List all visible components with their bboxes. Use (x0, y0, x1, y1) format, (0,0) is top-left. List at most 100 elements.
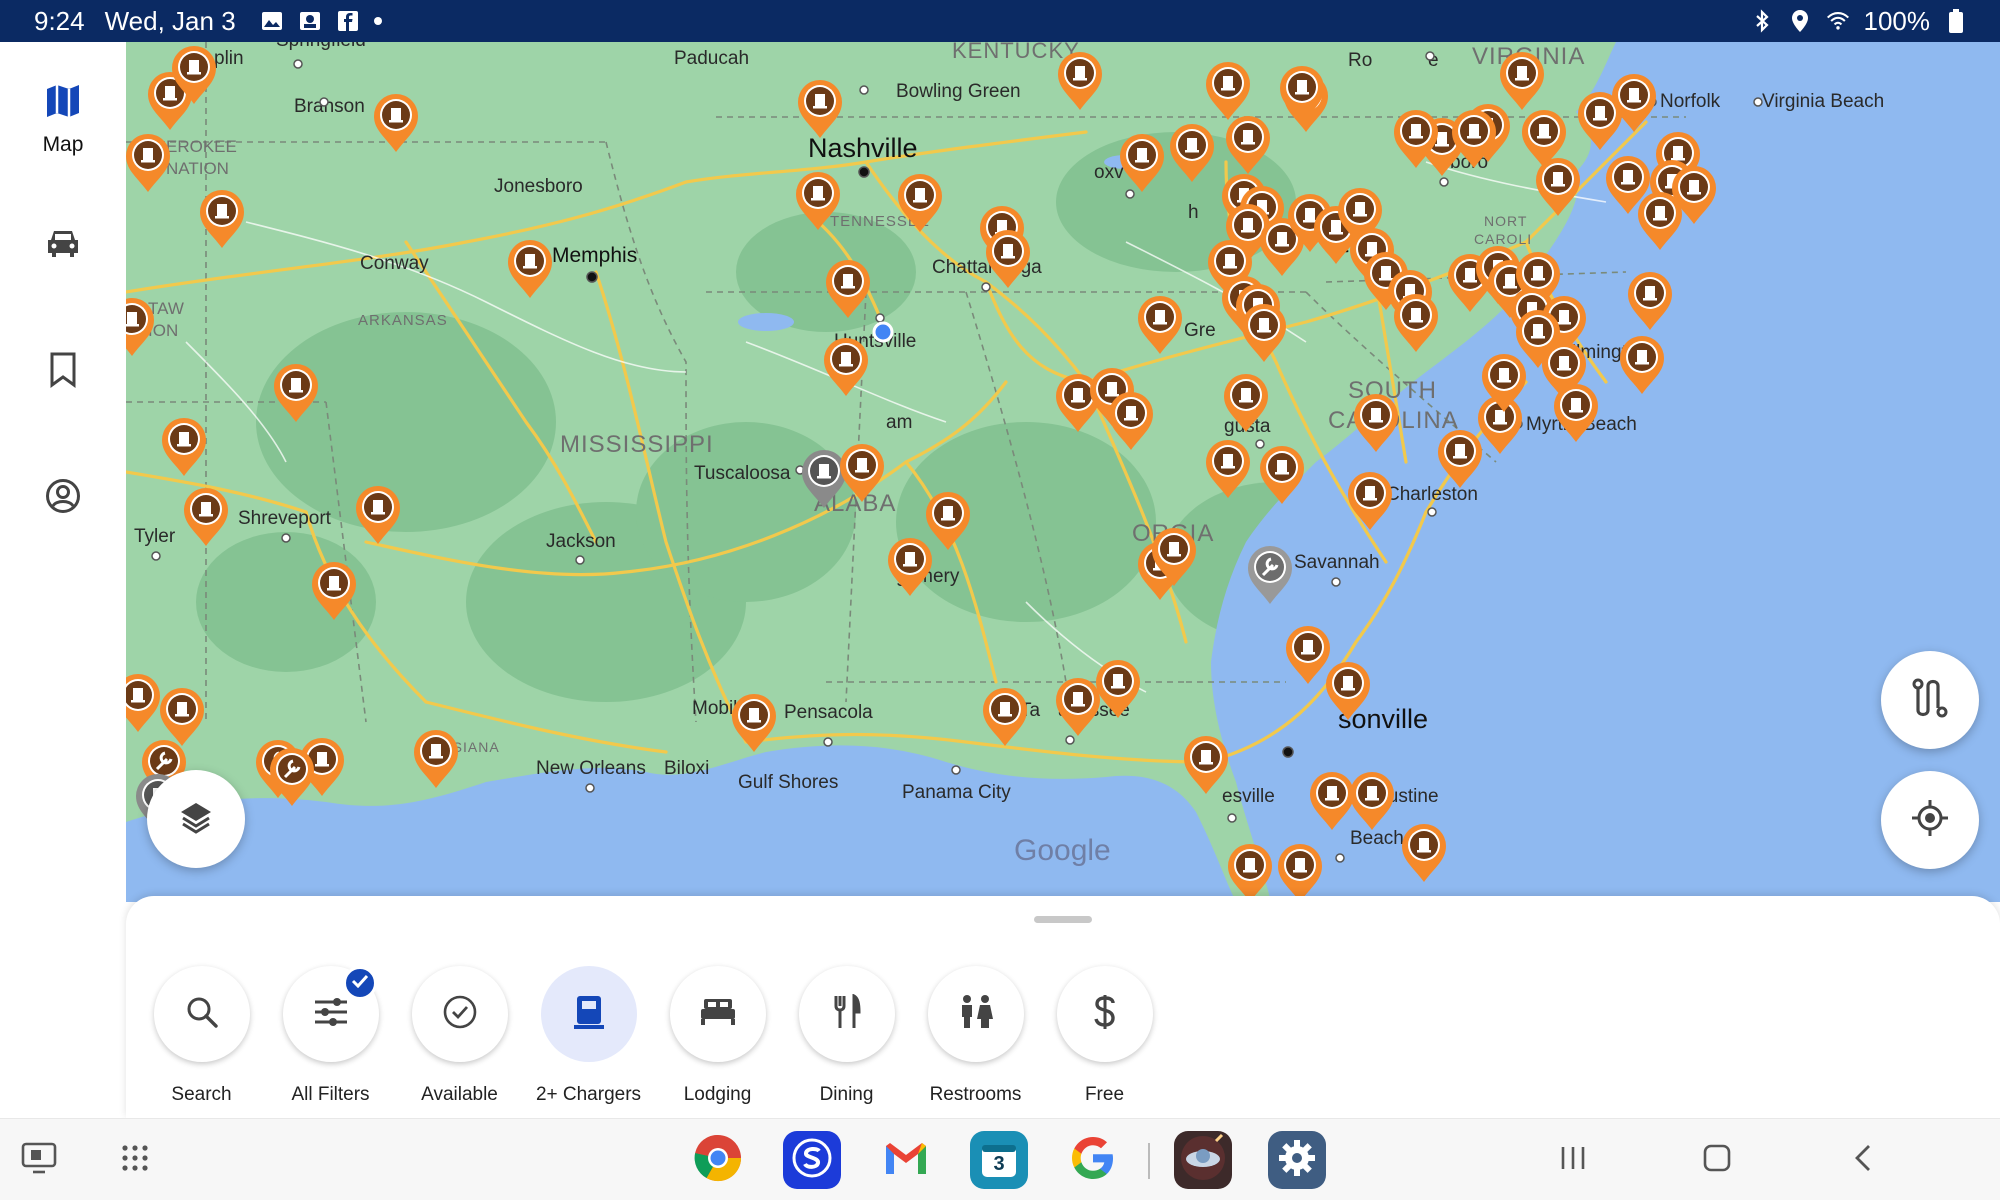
filter-label: Search (171, 1084, 232, 1105)
tune-icon (313, 995, 349, 1034)
gmail-icon (883, 1140, 929, 1181)
taskbar: 3 (0, 1118, 2000, 1200)
status-time: 9:24 (34, 5, 85, 36)
map-label-biloxi: Biloxi (664, 758, 709, 779)
filter-lodging[interactable]: Lodging (668, 966, 767, 1106)
apps-grid-icon (121, 1144, 149, 1177)
check-icon (351, 974, 369, 993)
filter-label: All Filters (291, 1084, 370, 1105)
google-app[interactable] (1064, 1131, 1122, 1189)
route-planner-button[interactable] (1881, 651, 1979, 749)
map-label-savannah: Savannah (1294, 552, 1380, 573)
facebook-icon (336, 9, 360, 33)
google-icon (1069, 1134, 1117, 1187)
sheet-drag-handle[interactable] (1034, 916, 1092, 923)
filter-all-filters[interactable]: All Filters (281, 966, 380, 1106)
map-label-charleston: Charleston (1386, 484, 1478, 505)
filter-free[interactable]: Free (1055, 966, 1154, 1106)
layers-icon (178, 799, 214, 840)
map-view[interactable]: KENTUCKY VIRGINIA TENNESSEE ARKANSAS MIS… (126, 42, 2000, 902)
nav-item-vehicle[interactable] (0, 228, 126, 263)
samsung-pay-app[interactable] (783, 1131, 841, 1189)
map-label-springfield: Springfield (276, 42, 366, 51)
filter-dining[interactable]: Dining (797, 966, 896, 1106)
app-drawer-button[interactable] (112, 1137, 158, 1183)
nav-item-account[interactable] (0, 478, 126, 519)
filter-two-plus-chargers-button[interactable] (540, 966, 637, 1062)
my-location-button[interactable] (1881, 771, 1979, 869)
layers-button[interactable] (147, 770, 245, 868)
gmail-app[interactable] (877, 1131, 935, 1189)
map-label-nation: NATION (166, 159, 229, 178)
filter-two-plus-chargers[interactable]: 2+ Chargers (535, 966, 642, 1106)
account-icon (45, 478, 81, 519)
bookmark-icon (49, 352, 77, 393)
map-label-bowling-green: Bowling Green (896, 81, 1021, 102)
map-label-pensacola: Pensacola (784, 702, 873, 723)
bed-icon (699, 997, 737, 1032)
filter-chip-row: Search All Filters Available 2+ Chargers… (152, 966, 1154, 1106)
filter-sheet: Search All Filters Available 2+ Chargers… (126, 896, 2000, 1118)
map-icon (45, 84, 81, 123)
map-label-kentucky: KENTUCKY (952, 42, 1080, 63)
filter-all-filters-button[interactable] (282, 966, 379, 1062)
recents-nav-button[interactable] (1550, 1137, 1596, 1183)
chrome-app[interactable] (689, 1131, 747, 1189)
map-label-daytona-beach: Beach (1350, 828, 1404, 849)
home-nav-button[interactable] (1694, 1137, 1740, 1183)
map-label-cherokee: EROKEE (166, 137, 237, 156)
game-icon (1178, 1133, 1228, 1188)
wifi-icon (1826, 9, 1850, 33)
nav-item-map[interactable]: Map (0, 84, 126, 157)
filter-dining-button[interactable] (798, 966, 895, 1062)
filter-search[interactable]: Search (152, 966, 251, 1106)
map-label-gainesville: esville (1222, 786, 1275, 807)
active-filter-badge (342, 966, 377, 1000)
map-label-carolina-nc: CAROLI (1474, 231, 1532, 247)
back-icon (1852, 1143, 1874, 1178)
battery-icon (1944, 9, 1968, 33)
dot-icon (373, 17, 382, 25)
calendar-app[interactable]: 3 (970, 1131, 1028, 1189)
back-nav-button[interactable] (1840, 1137, 1886, 1183)
google-attribution: Google (1014, 834, 1111, 867)
filter-available[interactable]: Available (410, 966, 509, 1106)
map-label-nashville: Nashville (808, 133, 918, 163)
taskbar-divider (1148, 1143, 1150, 1179)
filter-label: Free (1084, 1084, 1125, 1105)
ev-station-icon (573, 994, 604, 1035)
filter-available-button[interactable] (411, 966, 508, 1062)
map-label-jackson: Jackson (546, 531, 616, 552)
filter-label: 2+ Chargers (535, 1084, 642, 1105)
filter-lodging-button[interactable] (669, 966, 766, 1062)
gallery-icon (260, 9, 284, 33)
nav-item-saved[interactable] (0, 352, 126, 393)
dollar-icon (1093, 994, 1117, 1035)
location-icon (1788, 9, 1812, 33)
restaurant-icon (832, 993, 862, 1035)
chrome-icon (693, 1133, 743, 1188)
recent-screen-button[interactable] (16, 1137, 62, 1183)
map-label-shreveport: Shreveport (238, 508, 332, 529)
calendar-icon: 3 (979, 1140, 1019, 1180)
game-app[interactable] (1174, 1131, 1232, 1189)
map-label-roanoke: Ro (1348, 50, 1372, 71)
map-label-tuscaloosa: Tuscaloosa (694, 463, 791, 484)
current-location-dot (872, 321, 894, 343)
my-location-icon (1910, 798, 1950, 843)
filter-search-button[interactable] (153, 966, 250, 1062)
map-label-north: NORT (1484, 213, 1527, 229)
filter-free-button[interactable] (1056, 966, 1153, 1062)
filter-restrooms-button[interactable] (927, 966, 1024, 1062)
map-label-memphis: Memphis (552, 244, 637, 267)
settings-app[interactable] (1268, 1131, 1326, 1189)
filter-restrooms[interactable]: Restrooms (926, 966, 1025, 1106)
status-date: Wed, Jan 3 (104, 5, 236, 36)
filter-label: Restrooms (929, 1084, 1022, 1105)
restroom-icon (958, 994, 994, 1035)
map-label-new-orleans: New Orleans (536, 758, 646, 779)
map-label-conway: Conway (360, 253, 429, 274)
search-icon (185, 995, 219, 1034)
check-circle-icon (442, 994, 478, 1035)
map-label-greenville: Gre (1184, 320, 1216, 341)
